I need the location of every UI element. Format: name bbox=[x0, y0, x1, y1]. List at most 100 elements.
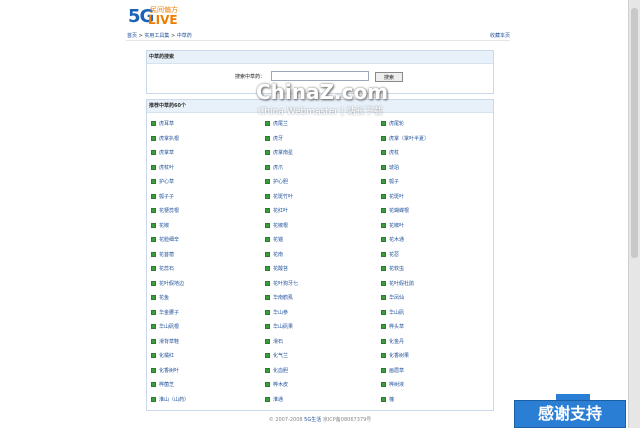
herb-list-item[interactable]: 桦头草 bbox=[381, 323, 404, 330]
herb-link[interactable]: 瓠子 bbox=[389, 179, 399, 185]
herb-list-item[interactable]: 华山矾果 bbox=[265, 323, 293, 330]
herb-list-item[interactable]: 化橘红 bbox=[151, 352, 174, 359]
herb-list-item[interactable]: 瓠子 bbox=[381, 178, 399, 185]
herb-link[interactable]: 花叶假地边 bbox=[159, 281, 184, 287]
herb-link[interactable]: 虎尾轮 bbox=[389, 121, 404, 127]
herb-link[interactable]: 花鱼 bbox=[159, 295, 169, 301]
herb-link[interactable]: 滑石 bbox=[273, 339, 283, 345]
vertical-scrollbar[interactable] bbox=[628, 0, 640, 428]
herb-link[interactable]: 槐 bbox=[389, 397, 394, 403]
herb-list-item[interactable]: 花叶假杜鹃 bbox=[381, 280, 414, 287]
herb-list-item[interactable]: 花椒 bbox=[151, 222, 169, 229]
herb-list-item[interactable]: 花叶假地边 bbox=[151, 280, 184, 287]
herb-list-item[interactable]: 花脸细辛 bbox=[151, 236, 179, 243]
herb-list-item[interactable]: 虎掌（掌叶半夏） bbox=[381, 135, 429, 142]
herb-list-item[interactable]: 桦木皮 bbox=[265, 381, 288, 388]
herb-link[interactable]: 华山矾根 bbox=[159, 324, 179, 330]
herb-list-item[interactable]: 桦树液 bbox=[381, 381, 404, 388]
herb-list-item[interactable]: 花红叶 bbox=[265, 207, 288, 214]
herb-list-item[interactable]: 滑背草鞋 bbox=[151, 338, 179, 345]
site-logo[interactable]: 5G 民间偏方 LIVE bbox=[128, 4, 188, 27]
herb-link[interactable]: 花苜蓿 bbox=[159, 252, 174, 258]
herb-link[interactable]: 华山矾果 bbox=[273, 324, 293, 330]
herb-link[interactable]: 花荵 bbox=[389, 252, 399, 258]
herb-list-item[interactable]: 华金腰子 bbox=[151, 309, 179, 316]
herb-link[interactable]: 化金丹 bbox=[389, 339, 404, 345]
scrollbar-thumb[interactable] bbox=[631, 8, 638, 258]
herb-link[interactable]: 虎尾兰 bbox=[273, 121, 288, 127]
herb-list-item[interactable]: 花叶狗牙七 bbox=[265, 280, 298, 287]
herb-list-item[interactable]: 化金丹 bbox=[381, 338, 404, 345]
herb-list-item[interactable]: 淮山（山药） bbox=[151, 396, 189, 403]
herb-list-item[interactable]: 花椒根 bbox=[265, 222, 288, 229]
herb-list-item[interactable]: 瓠子子 bbox=[151, 193, 174, 200]
herb-link[interactable]: 虎牙 bbox=[273, 136, 283, 142]
herb-link[interactable]: 华山参 bbox=[273, 310, 288, 316]
footer-site-link[interactable]: 5G生活 bbox=[304, 417, 321, 423]
herb-list-item[interactable]: 桦菌芝 bbox=[151, 381, 174, 388]
herb-link[interactable]: 花椒叶 bbox=[389, 223, 404, 229]
herb-list-item[interactable]: 虎耳草 bbox=[151, 120, 174, 127]
herb-list-item[interactable]: 化香树果 bbox=[381, 352, 409, 359]
herb-link[interactable]: 花椒 bbox=[159, 223, 169, 229]
herb-list-item[interactable]: 华山参 bbox=[265, 309, 288, 316]
herb-link[interactable]: 化橘红 bbox=[159, 353, 174, 359]
breadcrumb-home-link[interactable]: 首页 bbox=[127, 33, 137, 39]
herb-list-item[interactable]: 华南鹤虱 bbox=[265, 294, 293, 301]
herb-list-item[interactable]: 化气兰 bbox=[265, 352, 288, 359]
herb-link[interactable]: 华山矾 bbox=[389, 310, 404, 316]
herb-link[interactable]: 护心草 bbox=[159, 179, 174, 185]
herb-link[interactable]: 画眉草 bbox=[389, 368, 404, 374]
herb-link[interactable]: 花软虫 bbox=[389, 266, 404, 272]
herb-list-item[interactable]: 华山矾 bbox=[381, 309, 404, 316]
herb-list-item[interactable]: 花梗蕊根 bbox=[151, 207, 179, 214]
herb-link[interactable]: 华凤仙 bbox=[389, 295, 404, 301]
herb-list-item[interactable]: 花锚 bbox=[265, 236, 283, 243]
herb-list-item[interactable]: 护心胆 bbox=[265, 178, 288, 185]
herb-link[interactable]: 琥珀 bbox=[389, 165, 399, 171]
herb-list-item[interactable]: 花蝴蝶根 bbox=[381, 207, 409, 214]
herb-link[interactable]: 化血胆 bbox=[273, 368, 288, 374]
herb-list-item[interactable]: 花苜蓿 bbox=[151, 251, 174, 258]
herb-list-item[interactable]: 虎杖叶 bbox=[151, 164, 174, 171]
herb-link[interactable]: 花叶假杜鹃 bbox=[389, 281, 414, 287]
herb-link[interactable]: 淮通 bbox=[273, 397, 283, 403]
herb-list-item[interactable]: 花木通 bbox=[381, 236, 404, 243]
herb-link[interactable]: 虎杖叶 bbox=[159, 165, 174, 171]
herb-list-item[interactable]: 化香树叶 bbox=[151, 367, 179, 374]
herb-link[interactable]: 花脸细辛 bbox=[159, 237, 179, 243]
herb-link[interactable]: 花酸苔 bbox=[273, 266, 288, 272]
herb-list-item[interactable]: 花蕊石 bbox=[151, 265, 174, 272]
herb-list-item[interactable]: 画眉草 bbox=[381, 367, 404, 374]
herb-link[interactable]: 护心胆 bbox=[273, 179, 288, 185]
thanks-support-button[interactable]: 感谢支持 bbox=[514, 400, 626, 428]
herb-link[interactable]: 花梗蕊根 bbox=[159, 208, 179, 214]
herb-link[interactable]: 花蕊石 bbox=[159, 266, 174, 272]
herb-list-item[interactable]: 花荵 bbox=[381, 251, 399, 258]
herb-list-item[interactable]: 琥珀 bbox=[381, 164, 399, 171]
herb-link[interactable]: 华南鹤虱 bbox=[273, 295, 293, 301]
herb-list-item[interactable]: 虎牙 bbox=[265, 135, 283, 142]
herb-list-item[interactable]: 花南 bbox=[265, 251, 283, 258]
herb-link[interactable]: 花红叶 bbox=[273, 208, 288, 214]
herb-link[interactable]: 花斑竹叶 bbox=[273, 194, 293, 200]
herb-link[interactable]: 瓠子子 bbox=[159, 194, 174, 200]
herb-list-item[interactable]: 化血胆 bbox=[265, 367, 288, 374]
herb-link[interactable]: 虎掌扒根 bbox=[159, 136, 179, 142]
herb-list-item[interactable]: 花斑叶 bbox=[381, 193, 404, 200]
herb-link[interactable]: 虎耳草 bbox=[159, 121, 174, 127]
herb-list-item[interactable]: 花斑竹叶 bbox=[265, 193, 293, 200]
herb-link[interactable]: 化香树果 bbox=[389, 353, 409, 359]
herb-list-item[interactable]: 虎掌南星 bbox=[265, 149, 293, 156]
herb-link[interactable]: 花南 bbox=[273, 252, 283, 258]
herb-link[interactable]: 桦菌芝 bbox=[159, 382, 174, 388]
herb-list-item[interactable]: 虎尾兰 bbox=[265, 120, 288, 127]
herb-list-item[interactable]: 虎杖 bbox=[381, 149, 399, 156]
herb-link[interactable]: 花木通 bbox=[389, 237, 404, 243]
herb-list-item[interactable]: 虎尾轮 bbox=[381, 120, 404, 127]
herb-list-item[interactable]: 滑石 bbox=[265, 338, 283, 345]
herb-list-item[interactable]: 虎掌扒根 bbox=[151, 135, 179, 142]
breadcrumb-current-link[interactable]: 中草药 bbox=[177, 33, 192, 39]
herb-link[interactable]: 虎掌草 bbox=[159, 150, 174, 156]
herb-link[interactable]: 滑背草鞋 bbox=[159, 339, 179, 345]
